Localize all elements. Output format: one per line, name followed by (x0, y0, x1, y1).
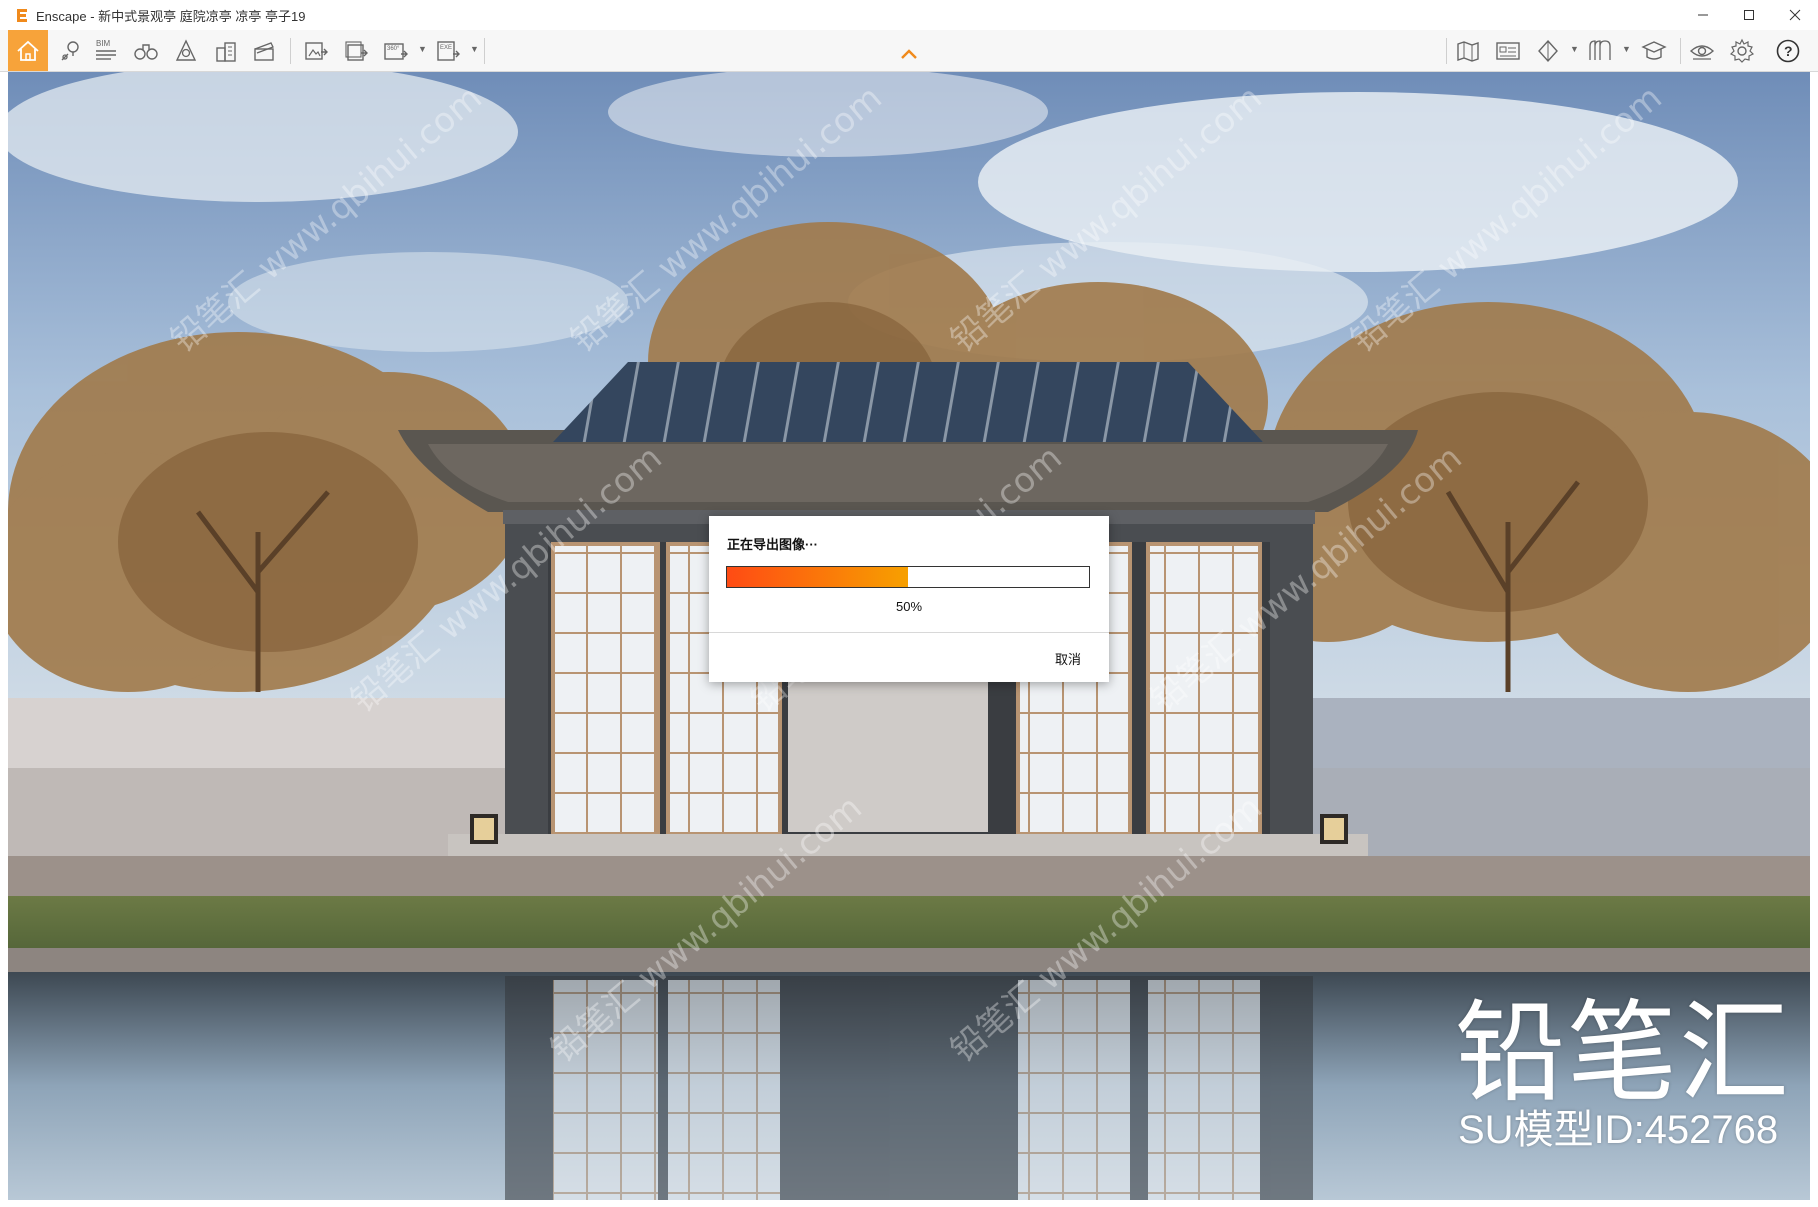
screenshot-export-icon (305, 41, 328, 60)
chevron-down-icon[interactable]: ▼ (470, 44, 479, 54)
sun-icon (175, 38, 197, 61)
screenshot-export-button[interactable] (298, 33, 334, 68)
sun-button[interactable] (168, 33, 204, 68)
chevron-down-icon[interactable]: ▼ (418, 44, 427, 54)
view-cube-icon (1538, 39, 1558, 62)
gear-icon (1729, 38, 1755, 63)
panorama-360-icon: 360° (384, 42, 408, 60)
view-cube-button[interactable] (1530, 33, 1566, 68)
cancel-button[interactable]: 取消 (1055, 649, 1081, 668)
progress-percent: 50% (895, 599, 923, 614)
bim-button[interactable]: BIM (88, 33, 124, 68)
maximize-icon[interactable] (1726, 0, 1772, 30)
exe-export-icon: EXE (437, 40, 460, 61)
toolbar-separator (1446, 38, 1447, 64)
location-pin-icon (61, 40, 79, 60)
help-button[interactable]: ? (1770, 33, 1806, 68)
batch-export-icon (345, 40, 368, 61)
materials-icon (1589, 39, 1611, 60)
graduation-cap-icon (1641, 40, 1667, 60)
asset-library-button[interactable] (1490, 33, 1526, 68)
home-icon (17, 40, 39, 61)
window-title: Enscape - 新中式景观亭 庭院凉亭 凉亭 亭子19 (36, 8, 306, 24)
svg-text:BIM: BIM (96, 39, 111, 48)
toolbar-separator (1680, 38, 1681, 64)
svg-text:?: ? (1784, 43, 1793, 59)
map-icon (1457, 40, 1479, 62)
help-icon: ? (1776, 39, 1800, 62)
eye-icon (1689, 44, 1715, 60)
title-bar: Enscape - 新中式景观亭 庭院凉亭 凉亭 亭子19 (0, 0, 1818, 30)
chevron-down-icon[interactable]: ▼ (1570, 44, 1579, 54)
toolbar-separator (484, 38, 485, 64)
materials-button[interactable] (1582, 33, 1618, 68)
brand-watermark: 铅笔汇 (1455, 989, 1791, 1117)
location-pin-button[interactable] (52, 33, 88, 68)
window-bottom-border (0, 1200, 1818, 1207)
video-editor-button[interactable] (246, 33, 282, 68)
svg-text:EXE: EXE (440, 45, 452, 51)
window-controls (1680, 0, 1818, 30)
binoculars-button[interactable] (128, 33, 164, 68)
enscape-logo-icon (17, 9, 27, 22)
visual-settings-button[interactable] (1684, 33, 1720, 68)
home-button[interactable] (8, 30, 48, 71)
dialog-divider (709, 632, 1109, 633)
minimize-icon[interactable] (1680, 0, 1726, 30)
buildings-button[interactable] (208, 33, 244, 68)
progress-fill (727, 567, 908, 587)
buildings-icon (216, 41, 236, 62)
batch-export-button[interactable] (338, 33, 374, 68)
panorama-button[interactable]: 360° (378, 33, 414, 68)
close-icon[interactable] (1772, 0, 1818, 30)
toolbar-separator (290, 38, 291, 64)
binoculars-icon (134, 43, 158, 60)
settings-button[interactable] (1724, 33, 1760, 68)
chevron-down-icon[interactable]: ▼ (1622, 44, 1631, 54)
dialog-title: 正在导出图像··· (727, 537, 818, 552)
svg-text:360°: 360° (387, 46, 400, 52)
export-progress-dialog: 正在导出图像··· 50% 取消 (709, 516, 1109, 682)
clapperboard-icon (254, 41, 274, 61)
bim-icon: BIM (96, 39, 116, 60)
map-button[interactable] (1450, 33, 1486, 68)
exe-export-button[interactable]: EXE (430, 33, 466, 68)
learn-button[interactable] (1636, 33, 1672, 68)
model-id-label: SU模型ID:452768 (1458, 1108, 1779, 1152)
asset-library-icon (1496, 41, 1520, 60)
collapse-toolbar-icon[interactable] (900, 47, 918, 61)
progress-bar (726, 566, 1090, 588)
